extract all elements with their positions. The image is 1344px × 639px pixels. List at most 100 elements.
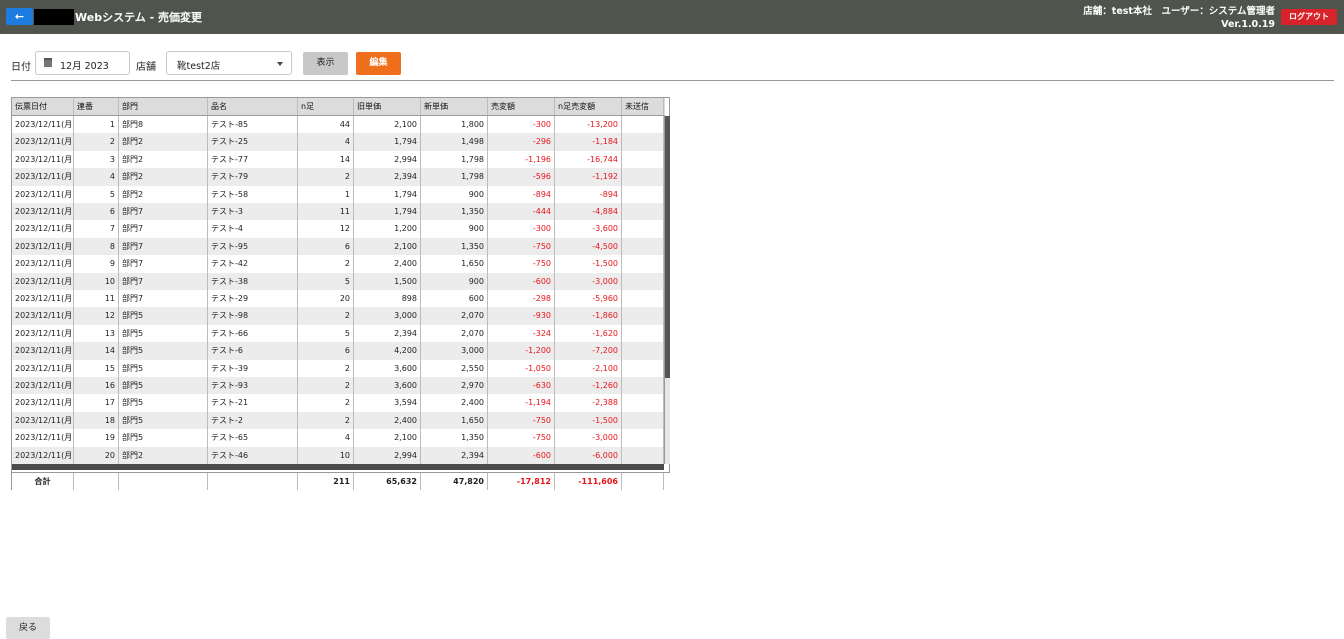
table-row[interactable]: 2023/12/11(月) 9 部門7 テスト-42 2 2,400 1,650 -750 -1… bbox=[12, 255, 664, 273]
cell-qty-markdown: -1,500 bbox=[555, 411, 622, 430]
cell-seq: 8 bbox=[74, 237, 119, 256]
store-select[interactable]: 靴test2店 bbox=[166, 51, 292, 75]
table-row[interactable]: 2023/12/11(月) 13 部門5 テスト-66 5 2,394 2,070 -324-… bbox=[12, 324, 664, 343]
totals-label: 合計 bbox=[12, 473, 74, 490]
cell-item: テスト-21 bbox=[208, 394, 298, 412]
scrollbar-thumb[interactable] bbox=[665, 116, 670, 378]
cell-dept: 部門7 bbox=[119, 203, 208, 221]
cell-new-price: 2,394 bbox=[421, 446, 488, 464]
cell-new-price: 1,650 bbox=[421, 255, 488, 273]
cell-unsent bbox=[622, 237, 664, 256]
column-header-item[interactable]: 品名 bbox=[208, 98, 298, 115]
cell-markdown: -930 bbox=[488, 307, 555, 325]
cell-markdown: -1,194 bbox=[488, 394, 555, 412]
cell-unsent bbox=[622, 133, 664, 151]
cell-markdown: -300 bbox=[488, 220, 555, 238]
cell-qty-markdown: -4,500 bbox=[555, 237, 622, 256]
cell-qty: 14 bbox=[298, 150, 354, 169]
cell-item: テスト-29 bbox=[208, 290, 298, 308]
column-header-markdown[interactable]: 売変額 bbox=[488, 98, 555, 115]
vertical-scrollbar[interactable] bbox=[664, 116, 670, 464]
cell-qty-markdown: -2,100 bbox=[555, 359, 622, 377]
table-row[interactable]: 2023/12/11(月) 4 部門2 テスト-79 2 2,394 1,798 -596 -1… bbox=[12, 168, 664, 186]
table-row[interactable]: 2023/12/11(月) 2 部門2 テスト-25 4 1,794 1,498 -296 -1… bbox=[12, 133, 664, 151]
cell-qty-markdown: -1,184 bbox=[555, 133, 622, 151]
date-picker[interactable]: 12月 2023 bbox=[35, 51, 130, 75]
table-row[interactable]: 2023/12/11(月) 1 部門8 テスト-85 44 2,100 1,800 -300-… bbox=[12, 116, 664, 134]
cell-unsent bbox=[622, 185, 664, 203]
table-row[interactable]: 2023/12/11(月) 5 部門2 テスト-58 1 1,794 900 -894 -894 bbox=[12, 185, 664, 203]
cell-old-price: 3,594 bbox=[354, 394, 421, 412]
column-header-seq[interactable]: 連番 bbox=[74, 98, 119, 115]
cell-date: 2023/12/11(月) bbox=[12, 359, 74, 377]
cell-new-price: 1,498 bbox=[421, 133, 488, 151]
table-row[interactable]: 2023/12/11(月) 10 部門7 テスト-38 5 1,500 900 -600 -3,… bbox=[12, 272, 664, 290]
cell-old-price: 1,794 bbox=[354, 185, 421, 203]
column-header-old-price[interactable]: 旧単価 bbox=[354, 98, 421, 115]
grid-body[interactable]: 2023/12/11(月) 1 部門8 テスト-85 44 2,100 1,800 -300-… bbox=[12, 116, 664, 464]
cell-dept: 部門5 bbox=[119, 394, 208, 412]
cell-dept: 部門5 bbox=[119, 359, 208, 377]
back-button[interactable]: ← bbox=[6, 8, 33, 25]
cell-qty: 5 bbox=[298, 324, 354, 343]
table-row[interactable]: 2023/12/11(月) 19 部門5 テスト-65 4 2,100 1,350 -750-… bbox=[12, 429, 664, 447]
cell-unsent bbox=[622, 290, 664, 308]
logout-button[interactable]: ログアウト bbox=[1281, 9, 1337, 25]
cell-date: 2023/12/11(月) bbox=[12, 429, 74, 447]
horizontal-scrollbar[interactable] bbox=[12, 464, 664, 470]
table-row[interactable]: 2023/12/11(月) 18 部門5 テスト-2 2 2,400 1,650 -750 -1… bbox=[12, 411, 664, 430]
page-title: Webシステム - 売価変更 bbox=[75, 11, 202, 24]
column-header-dept[interactable]: 部門 bbox=[119, 98, 208, 115]
top-bar: ← Webシステム - 売価変更 店舗：test本社 ユーザー：システム管理者 … bbox=[0, 0, 1344, 34]
cell-unsent bbox=[622, 150, 664, 169]
cell-qty-markdown: -1,860 bbox=[555, 307, 622, 325]
cell-markdown: -600 bbox=[488, 272, 555, 290]
column-header-unsent[interactable]: 未送信 bbox=[622, 98, 664, 115]
cell-date: 2023/12/11(月) bbox=[12, 324, 74, 343]
cell-item: テスト-58 bbox=[208, 185, 298, 203]
cell-unsent bbox=[622, 446, 664, 464]
table-row[interactable]: 2023/12/11(月) 3 部門2 テスト-77 14 2,994 1,798 -1,19… bbox=[12, 150, 664, 169]
cell-qty-markdown: -3,600 bbox=[555, 220, 622, 238]
cell-new-price: 2,070 bbox=[421, 307, 488, 325]
cell-item: テスト-66 bbox=[208, 324, 298, 343]
cell-qty: 2 bbox=[298, 307, 354, 325]
cell-date: 2023/12/11(月) bbox=[12, 150, 74, 169]
cell-qty: 11 bbox=[298, 203, 354, 221]
store-user-label: 店舗：test本社 ユーザー：システム管理者 bbox=[1083, 6, 1275, 17]
table-row[interactable]: 2023/12/11(月) 6 部門7 テスト-3 11 1,794 1,350 -444 -4… bbox=[12, 203, 664, 221]
column-header-new-price[interactable]: 新単価 bbox=[421, 98, 488, 115]
column-header-qty[interactable]: n足 bbox=[298, 98, 354, 115]
return-button[interactable]: 戻る bbox=[6, 617, 50, 639]
cell-date: 2023/12/11(月) bbox=[12, 377, 74, 395]
table-row[interactable]: 2023/12/11(月) 20 部門2 テスト-46 10 2,994 2,394 -600… bbox=[12, 446, 664, 464]
cell-unsent bbox=[622, 203, 664, 221]
table-row[interactable]: 2023/12/11(月) 11 部門7 テスト-29 20 898 600 -298 -5,9… bbox=[12, 290, 664, 308]
cell-qty: 6 bbox=[298, 237, 354, 256]
table-row[interactable]: 2023/12/11(月) 7 部門7 テスト-4 12 1,200 900 -300 -3,6… bbox=[12, 220, 664, 238]
table-row[interactable]: 2023/12/11(月) 8 部門7 テスト-95 6 2,100 1,350 -750 -4… bbox=[12, 237, 664, 256]
table-row[interactable]: 2023/12/11(月) 12 部門5 テスト-98 2 3,000 2,070 -930-… bbox=[12, 307, 664, 325]
cell-old-price: 2,400 bbox=[354, 255, 421, 273]
cell-qty-markdown: -5,960 bbox=[555, 290, 622, 308]
edit-button[interactable]: 編集 bbox=[356, 52, 401, 75]
table-row[interactable]: 2023/12/11(月) 15 部門5 テスト-39 2 3,600 2,550 -1,05… bbox=[12, 359, 664, 377]
cell-date: 2023/12/11(月) bbox=[12, 411, 74, 430]
cell-dept: 部門5 bbox=[119, 307, 208, 325]
show-button[interactable]: 表示 bbox=[303, 52, 348, 75]
cell-dept: 部門7 bbox=[119, 290, 208, 308]
cell-new-price: 900 bbox=[421, 272, 488, 290]
cell-old-price: 4,200 bbox=[354, 342, 421, 360]
table-row[interactable]: 2023/12/11(月) 16 部門5 テスト-93 2 3,600 2,970 -630-… bbox=[12, 377, 664, 395]
table-row[interactable]: 2023/12/11(月) 14 部門5 テスト-6 6 4,200 3,000 -1,200… bbox=[12, 342, 664, 360]
table-row[interactable]: 2023/12/11(月) 17 部門5 テスト-21 2 3,594 2,400 -1,19… bbox=[12, 394, 664, 412]
column-header-qty-markdown[interactable]: n足売変額 bbox=[555, 98, 622, 115]
cell-qty: 6 bbox=[298, 342, 354, 360]
cell-qty-markdown: -13,200 bbox=[555, 116, 622, 134]
cell-dept: 部門7 bbox=[119, 220, 208, 238]
cell-markdown: -444 bbox=[488, 203, 555, 221]
column-header-date[interactable]: 伝票日付 bbox=[12, 98, 74, 115]
cell-markdown: -600 bbox=[488, 446, 555, 464]
cell-qty: 4 bbox=[298, 429, 354, 447]
cell-new-price: 1,350 bbox=[421, 203, 488, 221]
